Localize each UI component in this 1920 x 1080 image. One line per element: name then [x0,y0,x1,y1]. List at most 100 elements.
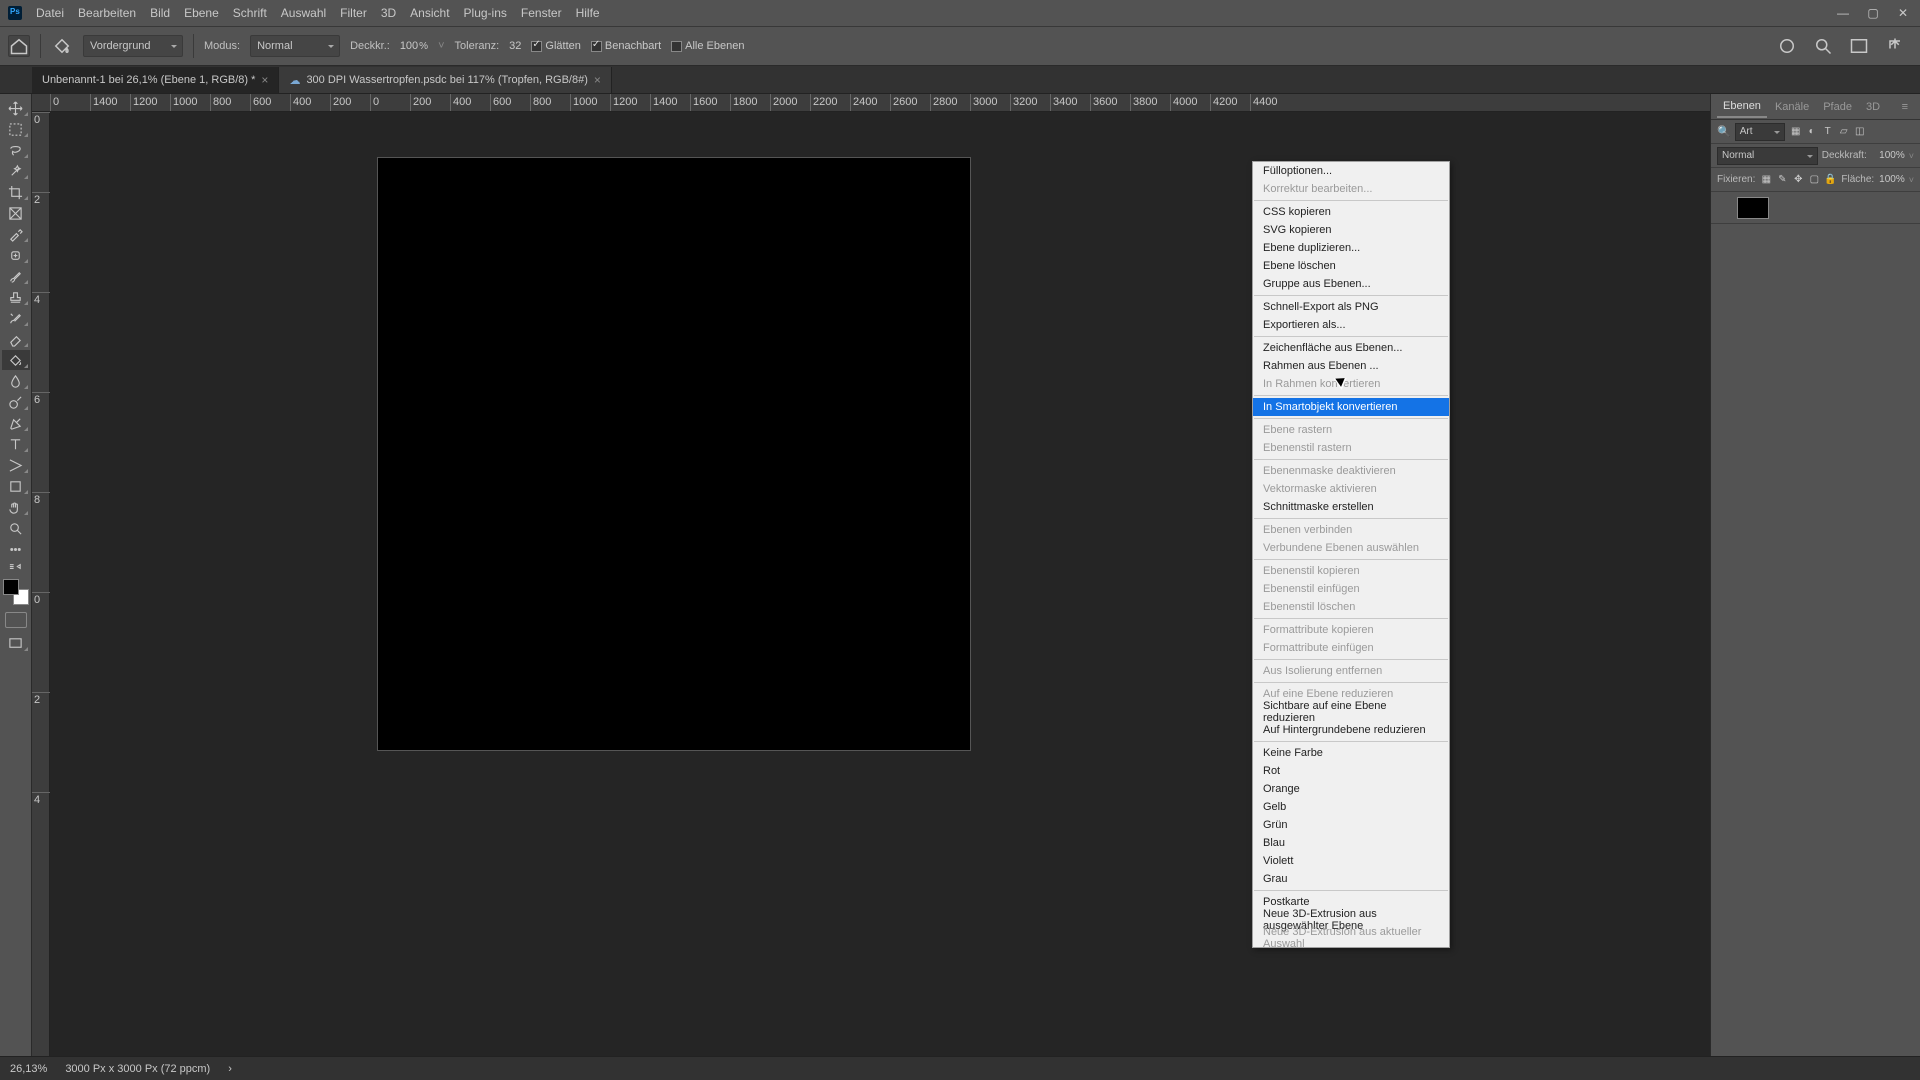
tab-layers[interactable]: Ebenen [1717,96,1767,118]
menu-item[interactable]: Ebene [184,6,219,20]
blend-mode-dropdown[interactable]: Normal [1717,147,1818,165]
color-swatches[interactable] [3,579,29,605]
share-icon[interactable] [1884,35,1906,57]
hand-tool[interactable] [2,497,30,517]
bucket-tool-icon[interactable] [51,35,73,57]
context-menu-item[interactable]: Gelb [1253,798,1449,816]
stamp-tool[interactable] [2,287,30,307]
panel-menu-icon[interactable]: ≡ [1896,97,1914,117]
edit-toolbar[interactable] [2,560,30,572]
tab-close-icon[interactable]: × [594,73,601,87]
history-brush-tool[interactable] [2,308,30,328]
context-menu-item[interactable]: In Smartobjekt konvertieren [1253,398,1449,416]
layer-opacity-input[interactable]: 100% [1871,150,1905,161]
menu-item[interactable]: Filter [340,6,367,20]
path-tool[interactable] [2,455,30,475]
antialias-checkbox[interactable] [531,41,542,52]
tab-paths[interactable]: Pfade [1817,97,1858,117]
workspace-icon[interactable] [1848,35,1870,57]
eyedropper-tool[interactable] [2,224,30,244]
doc-info[interactable]: 3000 Px x 3000 Px (72 ppcm) [65,1063,210,1075]
lasso-tool[interactable] [2,140,30,160]
context-menu-item[interactable]: Keine Farbe [1253,744,1449,762]
context-menu-item[interactable]: Fülloptionen... [1253,162,1449,180]
context-menu-item[interactable]: Grün [1253,816,1449,834]
artboard[interactable] [377,157,971,751]
menu-item[interactable]: 3D [381,6,396,20]
filter-pixel-icon[interactable]: ▦ [1789,125,1803,139]
layer-fill-input[interactable]: 100% [1878,174,1905,185]
context-menu-item[interactable]: Ebene duplizieren... [1253,239,1449,257]
ruler-horizontal[interactable]: 0140012001000800600400200020040060080010… [32,94,1710,112]
context-menu-item[interactable]: Violett [1253,852,1449,870]
lock-artboard-icon[interactable]: ▢ [1807,173,1821,187]
contiguous-checkbox[interactable] [591,41,602,52]
home-button[interactable] [8,35,30,57]
context-menu-item[interactable]: Ebene löschen [1253,257,1449,275]
dodge-tool[interactable] [2,392,30,412]
context-menu-item[interactable]: SVG kopieren [1253,221,1449,239]
lock-pos-icon[interactable]: ✥ [1791,173,1805,187]
quickmask-button[interactable] [5,612,27,628]
lock-pixel-icon[interactable]: ✎ [1775,173,1789,187]
move-tool[interactable] [2,98,30,118]
heal-tool[interactable] [2,245,30,265]
lock-all-icon[interactable]: 🔒 [1823,173,1837,187]
zoom-level[interactable]: 26,13% [10,1063,47,1075]
context-menu-item[interactable]: Rahmen aus Ebenen ... [1253,357,1449,375]
filter-shape-icon[interactable]: ▱ [1837,125,1851,139]
brush-tool[interactable] [2,266,30,286]
context-menu-item[interactable]: Schnell-Export als PNG [1253,298,1449,316]
wand-tool[interactable] [2,161,30,181]
type-tool[interactable] [2,434,30,454]
menu-item[interactable]: Bearbeiten [78,6,136,20]
mode-dropdown[interactable]: Normal [250,35,340,57]
more-tools[interactable] [2,539,30,559]
menu-item[interactable]: Hilfe [576,6,600,20]
layer-row[interactable] [1711,192,1920,224]
all-layers-checkbox[interactable] [671,41,682,52]
menu-item[interactable]: Fenster [521,6,562,20]
context-menu-item[interactable]: Exportieren als... [1253,316,1449,334]
opacity-input[interactable]: 100 [400,40,428,52]
blur-tool[interactable] [2,371,30,391]
eraser-tool[interactable] [2,329,30,349]
context-menu-item[interactable]: Auf Hintergrundebene reduzieren [1253,721,1449,739]
menu-item[interactable]: Auswahl [281,6,326,20]
filter-type-icon[interactable]: T [1821,125,1835,139]
marquee-tool[interactable] [2,119,30,139]
context-menu-item[interactable]: Rot [1253,762,1449,780]
frame-tool[interactable] [2,203,30,223]
filter-adjust-icon[interactable]: ◐ [1805,125,1819,139]
tab-close-icon[interactable]: × [261,73,268,87]
search-icon[interactable] [1812,35,1834,57]
menu-item[interactable]: Ansicht [410,6,449,20]
minimize-button[interactable]: — [1834,6,1852,20]
context-menu-item[interactable]: Blau [1253,834,1449,852]
close-button[interactable]: ✕ [1894,6,1912,20]
tab-3d[interactable]: 3D [1860,97,1886,117]
filter-smart-icon[interactable]: ◫ [1853,125,1867,139]
menu-item[interactable]: Schrift [233,6,267,20]
menu-item[interactable]: Datei [36,6,64,20]
zoom-tool[interactable] [2,518,30,538]
bucket-tool[interactable] [2,350,30,370]
crop-tool[interactable] [2,182,30,202]
context-menu-item[interactable]: Schnittmaske erstellen [1253,498,1449,516]
context-menu-item[interactable]: Grau [1253,870,1449,888]
context-menu-item[interactable]: Zeichenfläche aus Ebenen... [1253,339,1449,357]
pen-tool[interactable] [2,413,30,433]
menu-item[interactable]: Plug-ins [464,6,507,20]
lock-trans-icon[interactable]: ▦ [1759,173,1773,187]
context-menu-item[interactable]: Sichtbare auf eine Ebene reduzieren [1253,703,1449,721]
filter-type-dropdown[interactable]: Art [1735,123,1785,141]
menu-item[interactable]: Bild [150,6,170,20]
document-tab[interactable]: ☁ 300 DPI Wassertropfen.psdc bei 117% (T… [279,67,611,93]
tolerance-input[interactable]: 32 [509,40,521,52]
context-menu-item[interactable]: Gruppe aus Ebenen... [1253,275,1449,293]
screenmode-button[interactable] [2,633,30,653]
context-menu-item[interactable]: Orange [1253,780,1449,798]
canvas[interactable] [32,112,1710,1056]
shape-tool[interactable] [2,476,30,496]
context-menu-item[interactable]: CSS kopieren [1253,203,1449,221]
